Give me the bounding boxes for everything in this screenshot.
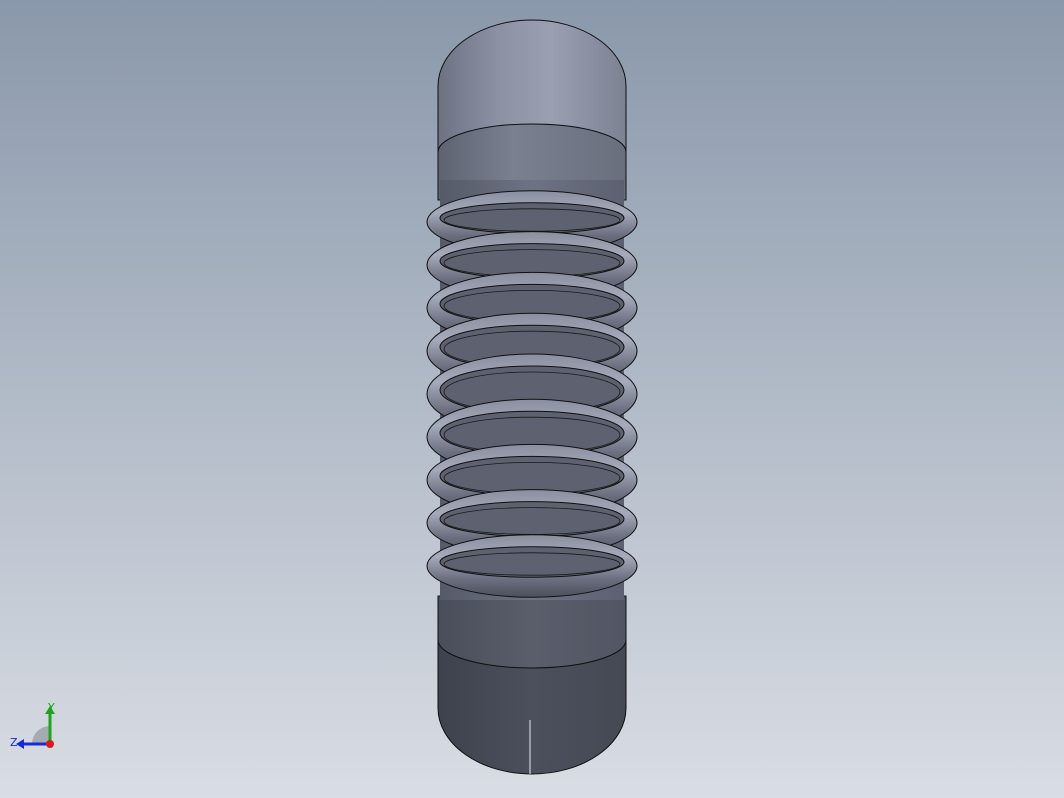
graphics-viewport[interactable]: Y Z (0, 0, 1064, 798)
corrugation-rings (426, 190, 638, 598)
x-axis-dot (46, 740, 54, 748)
z-axis-label: Z (10, 736, 18, 749)
bottom-cuff (437, 595, 627, 775)
y-axis-label: Y (47, 701, 55, 714)
bellows-hose-model[interactable] (0, 0, 1064, 798)
top-cuff (437, 19, 627, 201)
view-orientation-triad[interactable]: Y Z (8, 698, 68, 758)
corrugation-ring (426, 534, 638, 598)
